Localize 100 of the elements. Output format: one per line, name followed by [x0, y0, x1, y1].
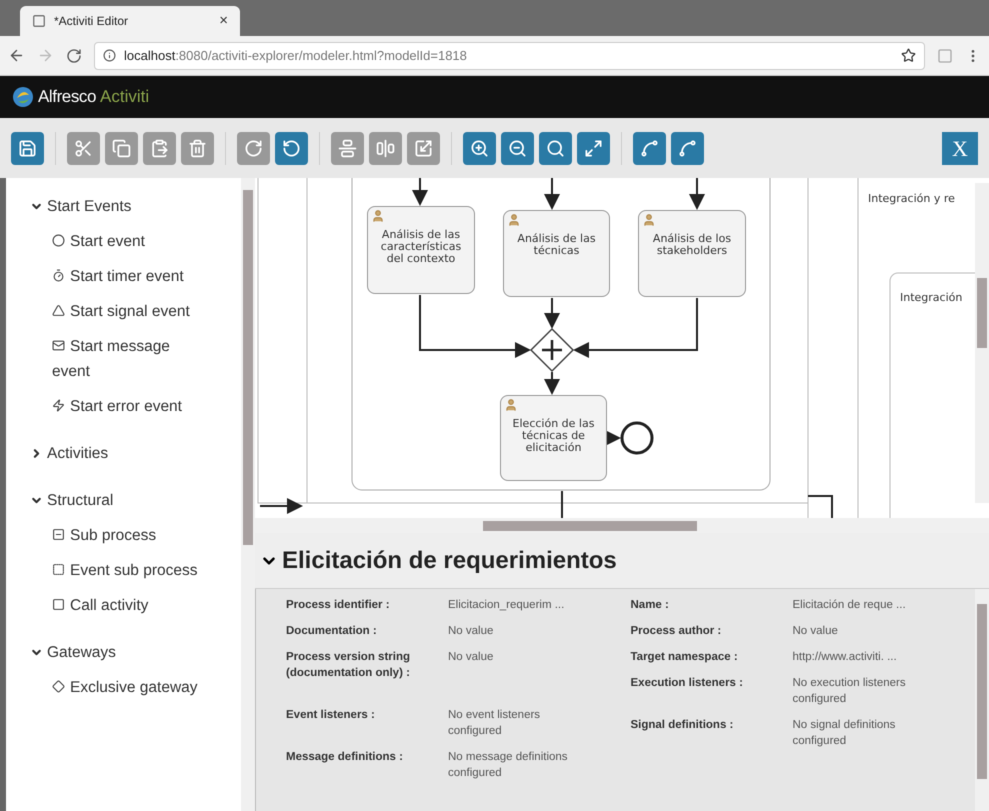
palette-item[interactable]: Exclusive gateway	[52, 675, 202, 700]
scrollbar[interactable]	[255, 518, 989, 533]
reload-icon[interactable]	[66, 48, 82, 64]
toolbar-button[interactable]	[671, 132, 704, 164]
property-row[interactable]: Process author : No value	[630, 623, 975, 639]
property-label: Signal definitions :	[630, 718, 734, 733]
property-label: Process version string (documentation only) :	[286, 650, 411, 681]
end-event	[620, 422, 654, 454]
toolbar-button[interactable]	[577, 132, 610, 164]
zoom-in-icon	[470, 138, 489, 158]
user-icon	[504, 398, 518, 412]
square-minus-icon	[52, 528, 65, 541]
group-label: Activities	[47, 444, 108, 464]
redo-icon	[244, 138, 263, 158]
timer-icon	[52, 269, 65, 282]
fit-icon	[584, 138, 603, 158]
palette-item[interactable]: Start timer event	[52, 264, 202, 289]
magnifier-icon	[546, 138, 565, 158]
property-row[interactable]: Execution listeners : No execution listeners configured	[630, 675, 975, 707]
zoom-out-icon	[508, 138, 527, 158]
toolbar-button[interactable]	[11, 132, 44, 164]
task-label: Análisis de las características del contexto	[380, 229, 462, 265]
bookmark-star-icon[interactable]	[901, 48, 916, 63]
scrollbar[interactable]	[241, 178, 255, 811]
properties-title: Elicitación de requerimientos	[282, 546, 617, 576]
info-icon	[103, 49, 116, 62]
tab-close[interactable]: ×	[219, 10, 228, 32]
task-label: Análisis de los stakeholders	[652, 233, 732, 257]
property-value: No value	[448, 624, 494, 639]
toolbar-button[interactable]	[67, 132, 100, 164]
palette-item[interactable]: Event sub process	[52, 558, 202, 583]
palette-group[interactable]: Activities	[30, 441, 233, 466]
scissors-icon	[74, 138, 93, 158]
page-icon	[32, 14, 46, 28]
property-label: Name :	[630, 598, 670, 613]
toolbar-button[interactable]	[539, 132, 572, 164]
palette-group[interactable]: Start Events	[30, 194, 233, 219]
property-row[interactable]: Target namespace : http://www.activiti. ...	[630, 649, 975, 665]
property-value: No message definitions configured	[448, 750, 569, 781]
palette-item[interactable]: Start signal event	[52, 299, 202, 324]
diamond-icon	[52, 680, 65, 693]
logo-icon	[12, 86, 34, 108]
palette-item[interactable]: Start message event	[52, 334, 202, 384]
toolbar-button[interactable]	[237, 132, 270, 164]
palette-item[interactable]: Call activity	[52, 593, 202, 618]
lightning-icon	[52, 399, 65, 412]
triangle-icon	[52, 304, 65, 317]
paste-icon	[150, 138, 169, 158]
property-row[interactable]: Message definitions : No message definitions configured	[286, 749, 630, 781]
address-field[interactable]: localhost:8080/activiti-explorer/modeler.html?modelId=1818	[94, 42, 925, 70]
curve-icon	[678, 138, 697, 158]
back-icon[interactable]	[8, 47, 25, 64]
extension-icon[interactable]	[937, 48, 953, 64]
property-row[interactable]: Process identifier : Elicitacion_requerim ...	[286, 597, 630, 613]
lane-label: Integración y re	[868, 191, 955, 207]
toolbar-button[interactable]	[105, 132, 138, 164]
toolbar-button[interactable]	[331, 132, 364, 164]
property-value: Elicitación de reque ...	[792, 598, 907, 613]
forward-icon[interactable]	[37, 47, 54, 64]
toolbar-button[interactable]	[407, 132, 440, 164]
scrollbar[interactable]	[975, 183, 989, 503]
toolbar-button[interactable]	[181, 132, 214, 164]
task-label: Análisis de las técnicas	[516, 233, 597, 257]
property-row[interactable]: Signal definitions : No signal definitions configured	[630, 717, 975, 749]
property-row[interactable]: Event listeners : No event listeners configured	[286, 707, 630, 739]
palette-group[interactable]: Structural	[30, 488, 233, 513]
toolbar-button[interactable]	[501, 132, 534, 164]
user-icon	[371, 209, 385, 223]
property-value: No execution listeners configured	[792, 676, 907, 707]
property-value: No value	[792, 624, 839, 639]
undo-icon	[282, 138, 301, 158]
palette-group[interactable]: Gateways	[30, 640, 233, 665]
property-row[interactable]: Documentation : No value	[286, 623, 630, 639]
toolbar-button[interactable]	[633, 132, 666, 164]
toolbar-button[interactable]	[275, 132, 308, 164]
circle-icon	[52, 234, 65, 247]
property-row[interactable]: Name : Elicitación de reque ...	[630, 597, 975, 613]
parallel-gateway	[530, 328, 574, 372]
scrollbar[interactable]	[975, 589, 989, 811]
toolbar-button[interactable]	[369, 132, 402, 164]
browser-tab[interactable]: *Activiti Editor ×	[20, 6, 240, 36]
property-label: Event listeners :	[286, 708, 376, 723]
close-button[interactable]: X	[942, 132, 978, 164]
resize-icon	[414, 138, 433, 158]
toolbar-button[interactable]	[463, 132, 496, 164]
property-label: Execution listeners :	[630, 676, 744, 691]
properties-header[interactable]: Elicitación de requerimientos	[255, 533, 989, 589]
toolbar-button[interactable]	[143, 132, 176, 164]
property-value: http://www.activiti. ...	[792, 650, 898, 665]
palette-item[interactable]: Sub process	[52, 523, 202, 548]
property-value: No signal definitions configured	[792, 718, 896, 749]
url-text: localhost:8080/activiti-explorer/modeler.html?modelId=1818	[124, 46, 467, 65]
property-label: Process author :	[630, 624, 722, 639]
group-label: Start Events	[47, 197, 132, 217]
palette-item[interactable]: Start event	[52, 229, 202, 254]
property-row[interactable]: Process version string (documentation only) : No value	[286, 649, 630, 681]
square-icon	[52, 563, 65, 576]
group-label: Structural	[47, 491, 114, 511]
palette-item[interactable]: Start error event	[52, 394, 202, 419]
property-label: Documentation :	[286, 624, 378, 639]
